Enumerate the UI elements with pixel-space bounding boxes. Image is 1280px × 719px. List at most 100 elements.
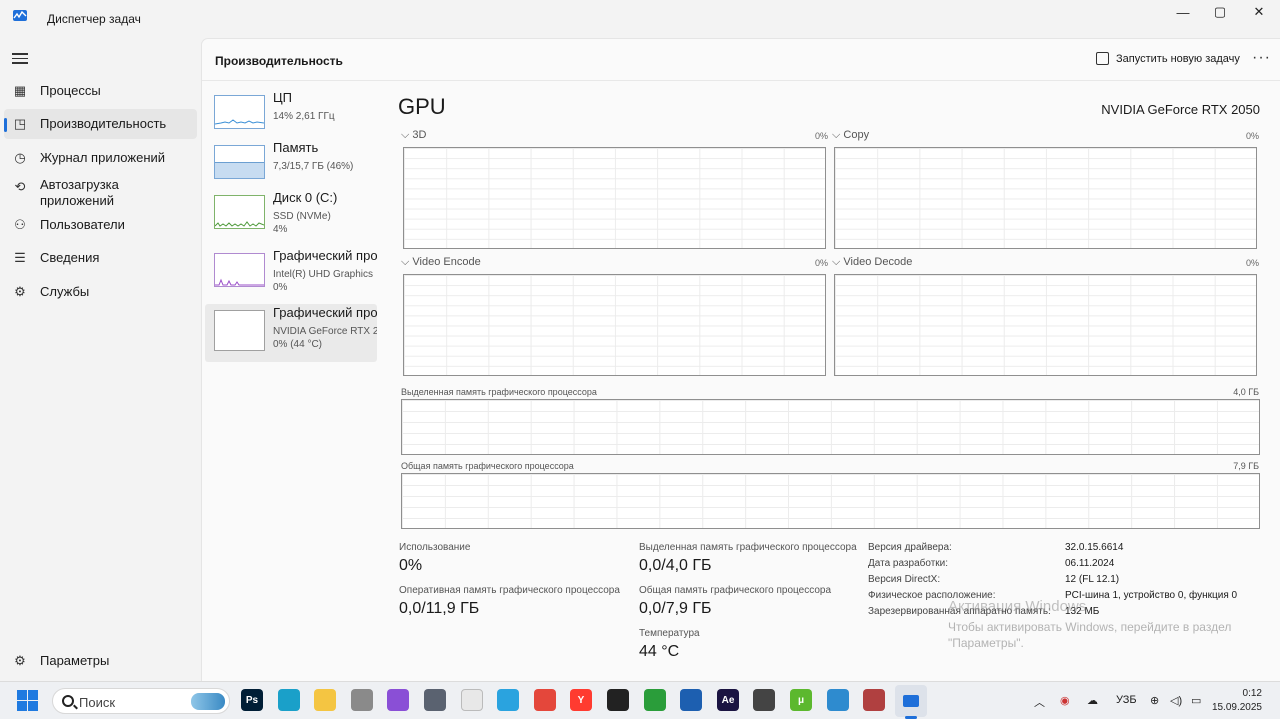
temperature-value: 44 °C xyxy=(639,643,680,660)
device-item-gpu0[interactable]: Графический процессор 0 Intel(R) UHD Gra… xyxy=(205,247,377,303)
engine-percent: 0% xyxy=(814,131,828,141)
task-manager-icon xyxy=(903,695,919,707)
temperature-label: Температура xyxy=(639,628,700,639)
sidebar-item-label: Службы xyxy=(40,284,90,299)
file-explorer-icon[interactable] xyxy=(314,689,336,711)
obs-icon[interactable] xyxy=(607,689,629,711)
task-manager-taskbar-button[interactable] xyxy=(895,685,927,717)
notepad-icon[interactable] xyxy=(461,689,483,711)
sidebar-item-label: Сведения xyxy=(40,250,100,265)
dedicated-memory-stat-label: Выделенная память графического процессор… xyxy=(639,542,857,553)
device-detail: Intel(R) UHD Graphics xyxy=(273,269,374,280)
task-manager-app-icon xyxy=(13,10,27,21)
sidebar-item-label: Пользователи xyxy=(40,217,125,232)
globe-wifi-icon[interactable]: ⊕ xyxy=(1150,694,1159,707)
game-icon[interactable] xyxy=(863,689,885,711)
telegram-icon[interactable] xyxy=(497,689,519,711)
calculator-icon[interactable] xyxy=(424,689,446,711)
info-key: Версия DirectX: xyxy=(868,574,941,585)
shared-memory-max: 7,9 ГБ xyxy=(1233,461,1259,471)
title-bar: Диспетчер задач — ▢ ✕ xyxy=(0,0,1280,38)
language-indicator[interactable]: УЗБ xyxy=(1116,694,1137,706)
window-title: Диспетчер задач xyxy=(47,12,141,26)
start-button[interactable] xyxy=(17,690,38,711)
sidebar-item-label: Процессы xyxy=(40,83,101,98)
device-name: Память xyxy=(273,140,319,155)
show-hidden-icons-chevron-icon[interactable]: ︿ xyxy=(1034,694,1045,710)
sidebar-item-processes[interactable]: ▦ Процессы xyxy=(4,76,197,106)
dedicated-memory-stat-value: 0,0/4,0 ГБ xyxy=(639,557,712,574)
engine-selector-3d[interactable]: ⌵ 3D xyxy=(401,129,426,142)
maximize-button[interactable]: ▢ xyxy=(1201,0,1239,24)
volume-icon[interactable]: ◁) xyxy=(1170,694,1182,707)
more-options-button[interactable]: ··· xyxy=(1252,49,1271,67)
graph-3d xyxy=(403,147,826,249)
device-item-memory[interactable]: Память 7,3/15,7 ГБ (46%) xyxy=(205,139,377,195)
gpu-ram-label: Оперативная память графического процессо… xyxy=(399,585,620,596)
globe-app-icon[interactable] xyxy=(827,689,849,711)
clock-time: 0:12 xyxy=(1242,688,1262,699)
info-key: Версия драйвера: xyxy=(868,542,952,553)
sidebar-item-startup-apps[interactable]: ⟲ Автозагрузка приложений xyxy=(4,176,197,210)
sidebar-item-label: Журнал приложений xyxy=(40,150,166,165)
utorrent-icon[interactable]: μ xyxy=(790,689,812,711)
new-task-icon xyxy=(1096,52,1109,65)
device-detail: 4% xyxy=(273,224,288,235)
device-item-cpu[interactable]: ЦП 14% 2,61 ГГц xyxy=(205,89,377,145)
yandex-icon[interactable]: Y xyxy=(570,689,592,711)
chrome-icon[interactable] xyxy=(534,689,556,711)
close-button[interactable]: ✕ xyxy=(1240,0,1278,24)
processes-icon: ▦ xyxy=(13,83,27,98)
taskbar-search-box[interactable]: Поиск xyxy=(52,688,230,714)
pen-tool-icon[interactable] xyxy=(753,689,775,711)
device-item-gpu1[interactable]: Графический процессор 1 NVIDIA GeForce R… xyxy=(205,304,377,362)
sidebar-item-app-history[interactable]: ◷ Журнал приложений xyxy=(4,143,197,173)
dedicated-memory-graph xyxy=(401,399,1260,455)
network-tray-icon[interactable]: ☁ xyxy=(1087,694,1098,707)
visual-studio-icon[interactable] xyxy=(387,689,409,711)
hamburger-menu-icon[interactable] xyxy=(12,51,28,65)
battery-icon[interactable]: ▭ xyxy=(1191,694,1201,707)
engine-percent: 0% xyxy=(1245,131,1259,141)
run-new-task-button[interactable]: Запустить новую задачу xyxy=(1096,52,1240,65)
performance-panel: Производительность Запустить новую задач… xyxy=(201,38,1280,681)
engine-label: Video Decode xyxy=(843,256,913,268)
sidebar-item-label: Производительность xyxy=(40,116,167,131)
sidebar-item-performance[interactable]: ◳ Производительность xyxy=(4,109,197,139)
startup-apps-icon: ⟲ xyxy=(14,179,26,194)
engine-selector-video-encode[interactable]: ⌵ Video Encode xyxy=(401,256,481,269)
sidebar-item-label: Автозагрузка приложений xyxy=(40,177,119,208)
taskbar: Поиск Ps Y Ae μ ︿ ◉ ☁ УЗБ ⊕ ◁) ▭ 0:12 15.09… xyxy=(0,681,1280,719)
photoshop-icon[interactable]: Ps xyxy=(241,689,263,711)
info-key: Дата разработки: xyxy=(868,558,949,569)
sidebar-item-services[interactable]: ⚙ Службы xyxy=(4,277,197,307)
info-value: 06.11.2024 xyxy=(1065,558,1115,569)
database-icon[interactable] xyxy=(351,689,373,711)
users-icon: ⚇ xyxy=(14,217,26,232)
run-new-task-label: Запустить новую задачу xyxy=(1116,52,1240,65)
shared-memory-stat-value: 0,0/7,9 ГБ xyxy=(639,600,712,617)
engine-label: Copy xyxy=(843,129,870,141)
app-installer-icon[interactable] xyxy=(680,689,702,711)
xbox-icon[interactable] xyxy=(644,689,666,711)
sidebar-item-settings[interactable]: ⚙ Параметры xyxy=(4,646,197,676)
minimize-button[interactable]: — xyxy=(1164,0,1202,24)
system-clock[interactable]: 0:12 15.09.2025 xyxy=(1212,687,1262,715)
settings-gear-icon: ⚙ xyxy=(14,653,26,668)
sidebar-item-details[interactable]: ☰ Сведения xyxy=(4,243,197,273)
usage-label: Использование xyxy=(399,542,471,553)
panel-header: Производительность Запустить новую задач… xyxy=(202,39,1280,81)
shared-memory-label: Общая память графического процессора xyxy=(401,461,574,471)
graph-video-encode xyxy=(403,274,826,376)
engine-label: Video Encode xyxy=(412,256,481,268)
engine-selector-copy[interactable]: ⌵ Copy xyxy=(832,129,869,142)
engine-selector-video-decode[interactable]: ⌵ Video Decode xyxy=(832,256,912,269)
graph-copy xyxy=(834,147,1257,249)
sidebar-item-users[interactable]: ⚇ Пользователи xyxy=(4,210,197,240)
device-name: Графический процессор 0 xyxy=(273,248,377,263)
device-detail: 7,3/15,7 ГБ (46%) xyxy=(273,161,354,172)
security-tray-icon[interactable]: ◉ xyxy=(1060,694,1070,707)
edge-icon[interactable] xyxy=(278,689,300,711)
after-effects-icon[interactable]: Ae xyxy=(717,689,739,711)
device-item-disk[interactable]: Диск 0 (C:) SSD (NVMe) 4% xyxy=(205,189,377,245)
